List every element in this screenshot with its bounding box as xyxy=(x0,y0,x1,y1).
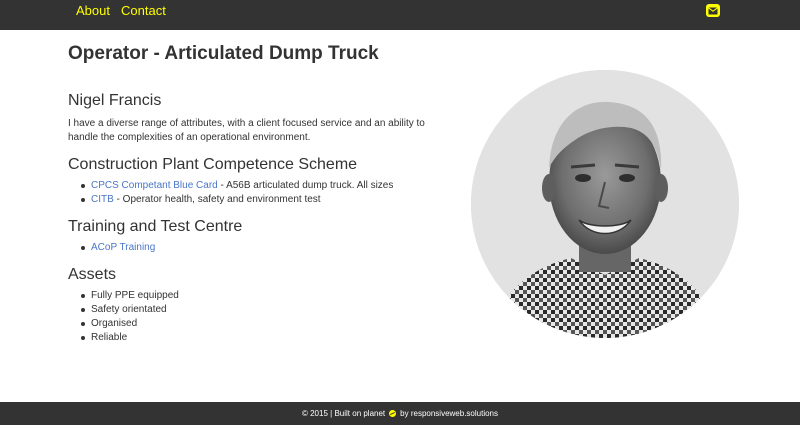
bullet xyxy=(81,308,85,312)
profile-summary: I have a diverse range of attributes, wi… xyxy=(68,118,425,143)
bullet xyxy=(81,198,85,202)
footer-copyright: © 2015 xyxy=(301,409,328,418)
profile-content: Nigel Francis I have a diverse range of … xyxy=(68,91,428,345)
asset-text: Fully PPE equipped xyxy=(91,290,179,301)
list-item: CITB - Operator health, safety and envir… xyxy=(78,193,428,207)
nav-link-about[interactable]: About xyxy=(76,4,110,18)
cpcs-heading: Construction Plant Competence Scheme xyxy=(68,156,358,173)
bullet xyxy=(81,184,85,188)
assets-list: Fully PPE equipped Safety orientated Org… xyxy=(78,289,428,345)
top-navbar: About Contact xyxy=(0,0,800,30)
list-item: ACoP Training xyxy=(78,241,428,255)
footer-credit-link[interactable]: by responsiveweb.solutions xyxy=(400,409,498,418)
envelope-icon[interactable] xyxy=(706,4,720,17)
bullet xyxy=(81,246,85,250)
asset-text: Reliable xyxy=(91,332,128,343)
cpcs-list: CPCS Competant Blue Card - A56B articula… xyxy=(78,179,428,207)
list-item: Organised xyxy=(78,317,428,331)
page-title: Operator - Articulated Dump Truck xyxy=(68,43,379,64)
asset-text: Organised xyxy=(91,318,138,329)
bullet xyxy=(81,294,85,298)
footer-built-on: Built on planet xyxy=(334,409,386,418)
bullet xyxy=(81,322,85,326)
list-item-text: - A56B articulated dump truck. All sizes xyxy=(217,180,394,191)
profile-photo xyxy=(471,70,739,338)
acop-training-link[interactable]: ACoP Training xyxy=(91,242,155,253)
asset-text: Safety orientated xyxy=(91,304,167,315)
list-item: Reliable xyxy=(78,331,428,345)
list-item-text: - Operator health, safety and environmen… xyxy=(113,194,321,205)
list-item: Fully PPE equipped xyxy=(78,289,428,303)
bullet xyxy=(81,336,85,340)
training-heading: Training and Test Centre xyxy=(68,218,243,235)
list-item: Safety orientated xyxy=(78,303,428,317)
profile-name: Nigel Francis xyxy=(68,92,162,109)
list-item: CPCS Competant Blue Card - A56B articula… xyxy=(78,179,428,193)
footer-separator: | xyxy=(330,409,333,418)
assets-heading: Assets xyxy=(68,266,117,283)
nav-link-contact[interactable]: Contact xyxy=(121,4,166,18)
cpcs-card-link[interactable]: CPCS Competant Blue Card xyxy=(91,180,218,191)
footer: © 2015 | Built on planet by responsiveweb… xyxy=(0,402,800,425)
citb-link[interactable]: CITB xyxy=(91,194,114,205)
planet-icon xyxy=(389,410,397,417)
training-list: ACoP Training xyxy=(78,241,428,255)
